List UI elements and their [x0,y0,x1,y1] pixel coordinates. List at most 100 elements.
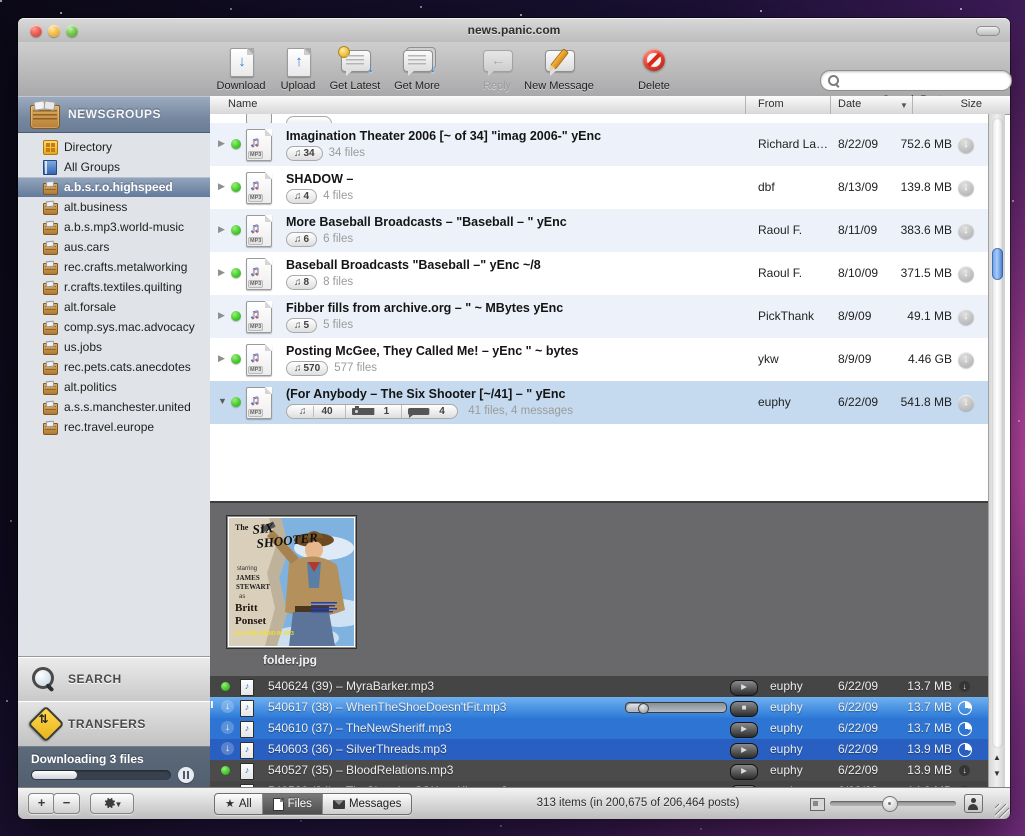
post-row[interactable]: ▶ ♫MP3 Posting McGee, They Called Me! – … [210,338,988,381]
filter-files[interactable]: Files [263,794,323,814]
show-people-button[interactable] [964,794,983,813]
scrollbar-track[interactable] [992,118,1003,748]
sidebar-item-manchester-united[interactable]: a.s.s.manchester.united [18,397,210,417]
sidebar-item-mac-advocacy[interactable]: comp.sys.mac.advocacy [18,317,210,337]
sidebar-item-cats-anecdotes[interactable]: rec.pets.cats.anecdotes [18,357,210,377]
status-dot-icon [231,268,241,278]
disclosure-triangle-icon[interactable]: ▶ [218,181,225,192]
get-latest-button[interactable]: ↓ Get Latest [324,46,386,94]
mp3-file-icon: ♫MP3 [246,344,272,376]
column-header-size[interactable]: Size [830,98,982,110]
toolbar-toggle-pill[interactable] [976,26,1000,36]
download-post-button[interactable] [958,266,974,282]
download-post-button[interactable] [958,395,974,411]
play-button[interactable] [730,764,758,780]
transfers-section-header[interactable]: ⇅ TRANSFERS [18,701,210,747]
file-row[interactable]: 540527 (35) – BloodRelations.mp3 euphy 6… [210,760,988,781]
file-row[interactable]: 540624 (39) – MyraBarker.mp3 euphy 6/22/… [210,676,988,697]
download-post-button[interactable] [958,352,974,368]
title-bar[interactable]: news.panic.com [18,18,1010,42]
disclosure-triangle-icon[interactable]: ▶ [218,310,225,321]
post-row-selected[interactable]: ▼ ♫MP3 (For Anybody – The Six Shooter [~… [210,381,988,424]
transfers-status: Downloading 3 files [31,752,144,766]
file-name: 540610 (37) – TheNewSheriff.mp3 [268,721,452,735]
pause-transfers-button[interactable] [178,767,194,783]
file-from: euphy [770,742,803,756]
delete-button[interactable]: Delete [626,46,682,94]
newsgroups-section-header[interactable]: NEWSGROUPS [18,96,210,133]
thumbnail-size-slider[interactable] [830,801,956,806]
get-more-button[interactable]: ↓ Get More [388,46,446,94]
post-row[interactable]: ▶ ♫MP3 Baseball Broadcasts "Baseball –" … [210,252,988,295]
column-header-name[interactable]: Name [228,98,257,110]
post-row[interactable]: ▶ ♫MP3 Imagination Theater 2006 [~ of 34… [210,123,988,166]
sidebar-item-mp3-world-music[interactable]: a.b.s.mp3.world-music [18,217,210,237]
sidebar-item-absro-highspeed[interactable]: a.b.s.r.o.highspeed [18,177,210,197]
audio-file-icon [240,679,254,696]
play-button[interactable] [730,722,758,738]
download-post-button[interactable] [958,223,974,239]
file-row-selected[interactable]: ↓ 540610 (37) – TheNewSheriff.mp3 euphy … [210,718,988,739]
file-row-selected[interactable]: ↓ 540603 (36) – SilverThreads.mp3 euphy … [210,739,988,760]
column-header-from[interactable]: From [758,98,784,110]
add-group-button[interactable]: + [28,793,55,814]
transfers-progress-bar [31,770,171,780]
disclosure-triangle-icon[interactable]: ▶ [218,267,225,278]
disclosure-triangle-expanded-icon[interactable]: ▼ [218,396,227,406]
stop-button[interactable] [730,701,758,717]
post-title: Fibber fills from archive.org – " ~ MByt… [286,301,563,315]
svg-text:JAMES: JAMES [236,574,260,582]
file-name: 540617 (38) – WhenTheShoeDoesn'tFit.mp3 [268,700,506,714]
disclosure-triangle-icon[interactable]: ▶ [218,353,225,364]
filter-all[interactable]: ★All [215,794,263,814]
search-section-header[interactable]: SEARCH [18,656,210,702]
sidebar-item-travel-europe[interactable]: rec.travel.europe [18,417,210,437]
slider-knob[interactable] [882,796,898,812]
playback-scrubber[interactable] [625,702,727,713]
reply-button[interactable]: ← Reply [474,46,520,94]
remove-group-button[interactable]: − [53,793,80,814]
svg-text:Ponset: Ponset [235,615,267,627]
partial-post-row[interactable] [210,114,988,123]
download-insert-marker-icon: Ⅰ [210,700,214,711]
upload-icon: ↑ [287,48,311,77]
small-thumbnail-size-icon [810,798,825,811]
download-post-button[interactable] [958,180,974,196]
sidebar-item-quilting[interactable]: r.crafts.textiles.quilting [18,277,210,297]
scrollbar-thumb[interactable] [992,248,1003,280]
action-gear-button[interactable]: ▼ [90,793,134,814]
post-row[interactable]: ▶ ♫MP3 SHADOW – ♫44 files dbf 8/13/09 13… [210,166,988,209]
file-row-selected[interactable]: Ⅰ ↓ 540617 (38) – WhenTheShoeDoesn'tFit.… [210,697,988,718]
delete-icon [643,49,665,71]
filter-messages[interactable]: Messages [323,794,411,814]
search-input[interactable] [820,70,1012,91]
sidebar-item-directory[interactable]: Directory [18,137,210,157]
upload-button[interactable]: ↑ Upload [272,46,324,94]
vertical-scrollbar[interactable]: ▲ ▼ [988,114,1005,787]
disclosure-triangle-icon[interactable]: ▶ [218,224,225,235]
download-button[interactable]: ↓ Download [210,46,272,94]
sidebar-item-all-groups[interactable]: All Groups [18,157,210,177]
sidebar-item-alt-forsale[interactable]: alt.forsale [18,297,210,317]
play-button[interactable] [730,743,758,759]
resize-grip[interactable] [995,804,1009,818]
folder-jpg-thumbnail[interactable]: The SIX SHOOTER starring JAMES STEWART a… [226,515,357,649]
scroll-up-arrow[interactable]: ▲ [989,750,1005,766]
sidebar-item-alt-business[interactable]: alt.business [18,197,210,217]
file-name: 540527 (35) – BloodRelations.mp3 [268,763,453,777]
new-message-button[interactable]: New Message [520,46,598,94]
play-button[interactable] [730,680,758,696]
disclosure-triangle-icon[interactable]: ▶ [218,138,225,149]
download-post-button[interactable] [958,137,974,153]
sidebar-item-us-jobs[interactable]: us.jobs [18,337,210,357]
post-row[interactable]: ▶ ♫MP3 More Baseball Broadcasts – "Baseb… [210,209,988,252]
post-row[interactable]: ▶ ♫MP3 Fibber fills from archive.org – "… [210,295,988,338]
scroll-down-arrow[interactable]: ▼ [989,766,1005,782]
download-post-button[interactable] [958,309,974,325]
downloading-arrow-icon: ↓ [221,700,234,713]
newsgroup-icon [43,363,58,375]
sidebar-item-alt-politics[interactable]: alt.politics [18,377,210,397]
sidebar-item-aus-cars[interactable]: aus.cars [18,237,210,257]
sidebar-item-metalworking[interactable]: rec.crafts.metalworking [18,257,210,277]
post-from: Raoul F. [758,223,802,237]
